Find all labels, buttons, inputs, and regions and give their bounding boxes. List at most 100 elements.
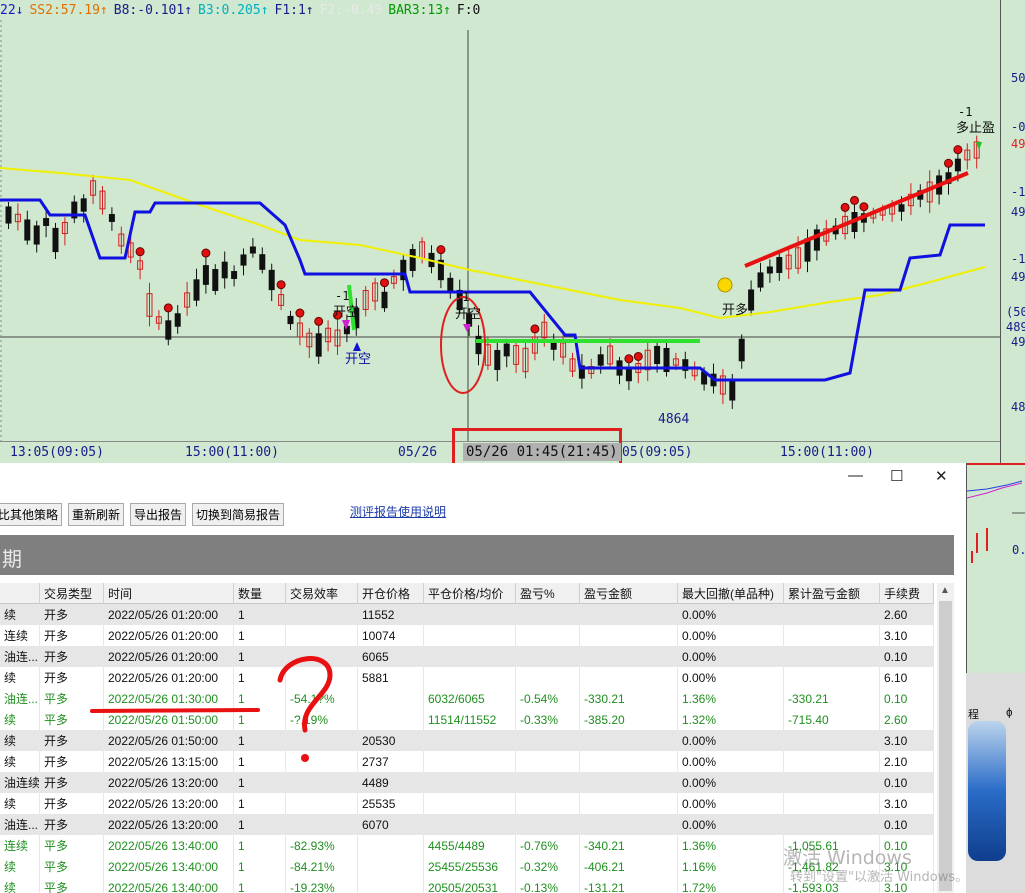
column-header[interactable]: 手续费 <box>879 583 934 604</box>
short-arrow-marker <box>463 324 471 332</box>
column-header[interactable] <box>0 583 40 604</box>
table-row[interactable]: 续开多 2022/05/26 01:20:00 1 5881 0.00% 6.10 <box>0 667 934 688</box>
table-cell: -19.23% <box>285 877 358 893</box>
table-row[interactable]: 续开多 2022/05/26 13:20:00 1 25535 0.00% 3.10 <box>0 793 934 814</box>
table-cell: 开多 <box>39 603 104 625</box>
column-header[interactable]: 累计盈亏金额 <box>783 583 880 604</box>
table-cell <box>579 603 678 625</box>
table-cell: 2022/05/26 13:40:00 <box>103 877 234 893</box>
price-tick: -1. <box>1011 185 1025 199</box>
vertical-scrollbar[interactable]: ▲ <box>937 583 954 893</box>
table-cell: 续 <box>0 856 40 877</box>
column-header[interactable]: 数量 <box>233 583 286 604</box>
price-tick: 49 <box>1011 137 1025 151</box>
table-cell <box>515 814 580 835</box>
column-header[interactable]: 交易类型 <box>39 583 104 604</box>
signal-dot <box>436 245 446 255</box>
table-cell: 4489 <box>357 772 424 793</box>
sub-chart: 0. <box>966 463 1025 673</box>
close-button[interactable]: ✕ <box>935 467 948 485</box>
column-header[interactable]: 盈亏金额 <box>579 583 678 604</box>
time-tick: 05(09:05) <box>622 445 693 460</box>
table-cell <box>783 814 880 835</box>
table-cell <box>579 814 678 835</box>
column-header[interactable]: 开仓价格 <box>357 583 424 604</box>
table-row[interactable]: 续开多 2022/05/26 01:20:00 1 11552 0.00% 2.60 <box>0 603 934 625</box>
report-help-link[interactable]: 测评报告使用说明 <box>350 503 446 520</box>
signal-dot <box>314 316 324 326</box>
maximize-button[interactable]: ☐ <box>890 467 903 485</box>
signal-dot <box>163 303 173 313</box>
table-row[interactable]: 连续 开多 2022/05/26 01:20:00 1 10074 0.00% 3.10 <box>0 625 934 646</box>
up-arrow-marker <box>353 342 361 351</box>
table-cell: -340.21 <box>579 835 678 856</box>
side-panel-lower: 程 ф 司 <box>966 673 1025 893</box>
table-cell: -0.76% <box>515 835 580 856</box>
scroll-thumb[interactable] <box>939 601 952 891</box>
candle-body <box>954 158 961 172</box>
price-tick: 49 <box>1011 270 1025 284</box>
table-cell <box>783 603 880 625</box>
table-cell: 0.00% <box>677 646 784 667</box>
table-cell: 2022/05/26 13:40:00 <box>103 856 234 877</box>
compare-strategy-button[interactable]: 比其他策略 <box>0 503 63 526</box>
refresh-button[interactable]: 重新刷新 <box>68 503 125 526</box>
cursor-time-label: 05/26 01:45(21:45) <box>463 443 621 461</box>
assistant-image[interactable] <box>968 721 1006 861</box>
minimize-button[interactable]: — <box>848 467 863 484</box>
table-cell <box>285 603 358 625</box>
table-cell <box>423 814 516 835</box>
column-header[interactable]: 盈亏% <box>515 583 580 604</box>
table-cell: -0.13% <box>515 877 580 893</box>
scroll-up-icon[interactable]: ▲ <box>940 585 950 596</box>
side-tab[interactable]: ф <box>1006 706 1013 719</box>
table-cell: 1 <box>233 835 286 856</box>
table-cell: 续 <box>0 603 40 625</box>
switch-simple-report-button[interactable]: 切换到简易报告 <box>192 503 285 526</box>
time-tick: 13:05(09:05) <box>10 445 104 460</box>
table-cell: 2022/05/26 13:20:00 <box>103 814 234 835</box>
table-cell <box>515 793 580 814</box>
signal-dot <box>840 202 850 212</box>
candle-body <box>52 227 59 253</box>
table-cell: 开多 <box>39 625 104 646</box>
table-cell: 平多 <box>39 856 104 877</box>
table-cell: 1 <box>233 877 286 893</box>
table-cell: 3.10 <box>879 625 934 646</box>
column-header[interactable]: 时间 <box>103 583 234 604</box>
table-cell: -131.21 <box>579 877 678 893</box>
candle-body <box>193 279 200 301</box>
column-header[interactable]: 交易效率 <box>285 583 358 604</box>
export-report-button[interactable]: 导出报告 <box>130 503 187 526</box>
side-tab[interactable]: 程 <box>968 706 979 722</box>
candle-body <box>475 335 482 355</box>
window-titlebar[interactable]: — ☐ ✕ <box>0 463 966 495</box>
table-row[interactable]: 续开多 2022/05/26 01:50:00 1 20530 0.00% 3.10 <box>0 730 934 751</box>
table-cell: 开多 <box>39 646 104 667</box>
table-cell: -385.20 <box>579 709 678 730</box>
table-row[interactable]: 油连... 开多 2022/05/26 01:20:00 1 6065 0.00% 0.10 <box>0 646 934 667</box>
column-header[interactable]: 最大回撤(单品种) <box>677 583 784 604</box>
indicator-value: BAR3:13↑ <box>388 3 451 18</box>
table-cell: 平多 <box>39 877 104 893</box>
backtest-report-window[interactable]: — ☐ ✕ 比其他策略 重新刷新 导出报告 切换到简易报告 测评报告使用说明 期… <box>0 463 967 893</box>
table-cell <box>285 793 358 814</box>
candle-body <box>597 354 604 366</box>
column-header[interactable]: 平仓价格/均价 <box>423 583 516 604</box>
table-cell: 1.36% <box>677 688 784 709</box>
table-cell: 续 <box>0 793 40 814</box>
table-row[interactable]: 油连续 开多 2022/05/26 13:20:00 1 4489 0.00% 0.10 <box>0 772 934 793</box>
candle-body <box>212 269 219 291</box>
label-open-short: 开空 <box>455 307 481 322</box>
price-tick: 49 <box>1011 205 1025 219</box>
table-row[interactable]: 油连... 开多 2022/05/26 13:20:00 1 6070 0.00% 0.10 <box>0 814 934 835</box>
table-cell: 3.10 <box>879 730 934 751</box>
indicator-value: F:0 <box>456 3 481 18</box>
table-row[interactable]: 续开多 2022/05/26 13:15:00 1 2737 0.00% 2.10 <box>0 751 934 772</box>
table-cell <box>357 856 424 877</box>
price-tick: 489 <box>1006 320 1025 334</box>
table-cell <box>783 625 880 646</box>
candlestick-plot[interactable]: -1 开空 开空 -1 开空 开多 -1 多止盈 4864 <box>0 0 1000 441</box>
kline-chart[interactable]: -1 开空 开空 -1 开空 开多 -1 多止盈 4864 22↓ SS2:57.… <box>0 0 1025 465</box>
time-tick: 05/26 <box>398 445 438 460</box>
